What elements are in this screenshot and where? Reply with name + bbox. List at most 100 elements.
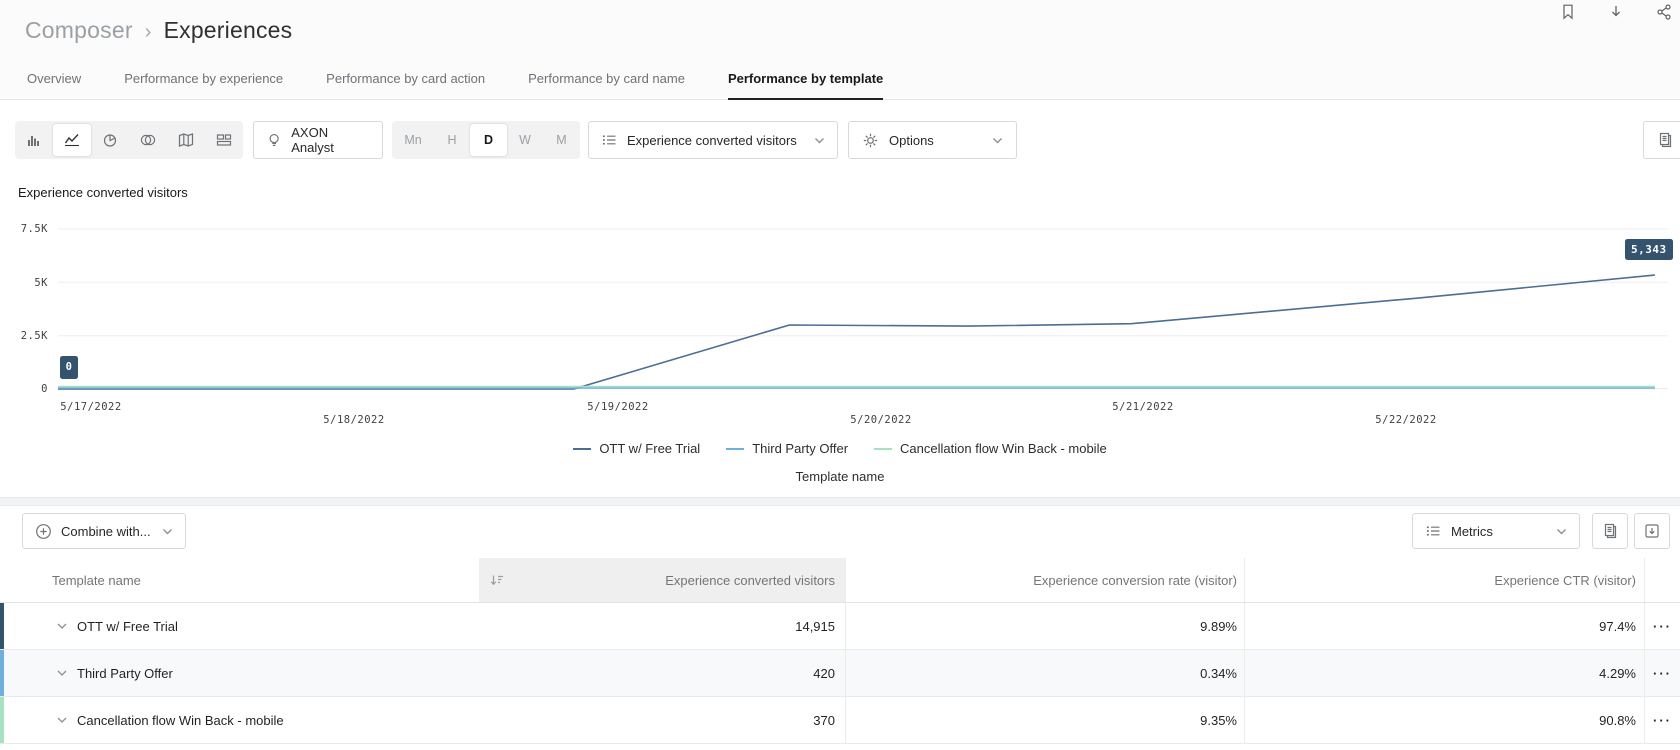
combine-with-button[interactable]: Combine with... [22,513,186,549]
ctr-value: 97.4% [1245,603,1645,649]
chevron-down-icon [1556,528,1567,535]
granularity-selector: Mn H D W M [392,121,580,159]
legend-label: Third Party Offer [752,441,848,456]
bar-chart-icon [26,132,42,148]
section-divider [0,497,1680,506]
bookmark-icon[interactable] [1559,3,1577,21]
tab-performance-by-template[interactable]: Performance by template [728,60,883,100]
metrics-label: Metrics [1451,524,1493,539]
performance-table: Template name Experience converted visit… [0,558,1680,744]
copy-report-icon [1656,131,1674,149]
converted-visitors-value: 14,915 [479,603,846,649]
download-icon[interactable] [1607,3,1625,21]
legend-label: Cancellation flow Win Back - mobile [900,441,1107,456]
axon-analyst-button[interactable]: AXON Analyst [253,121,383,159]
column-header-converted-visitors[interactable]: Experience converted visitors [479,558,846,602]
last-point-label: 5,343 [1625,239,1673,260]
plus-circle-icon [35,523,52,540]
granularity-h-button[interactable]: H [434,133,470,147]
ctr-value: 4.29% [1245,650,1645,696]
row-menu-icon[interactable]: ··· [1645,697,1680,743]
row-accent-bar [0,603,4,649]
gear-icon [862,132,879,149]
row-menu-icon[interactable]: ··· [1645,603,1680,649]
granularity-m-button[interactable]: M [543,133,580,147]
expand-chevron-icon[interactable] [57,623,67,629]
chart-type-map-button[interactable] [167,121,205,159]
converted-visitors-value: 370 [479,697,846,743]
row-menu-icon[interactable]: ··· [1645,650,1680,696]
column-header-conversion-rate[interactable]: Experience conversion rate (visitor) [846,558,1245,602]
column-header-label: Experience converted visitors [665,573,835,588]
boxed-download-icon [1643,522,1661,540]
tab-performance-by-card-action[interactable]: Performance by card action [326,60,485,100]
tab-performance-by-experience[interactable]: Performance by experience [124,60,283,100]
copy-chart-button[interactable] [1643,121,1680,159]
y-tick-7-5k: 7.5K [0,223,48,235]
x-tick-5-20: 5/20/2022 [836,414,926,426]
x-tick-5-21: 5/21/2022 [1098,401,1188,413]
options-label: Options [889,133,934,148]
tab-bar: Overview Performance by experience Perfo… [27,60,883,100]
chart-type-pie-button[interactable] [91,121,129,159]
breadcrumb-composer[interactable]: Composer [25,17,133,43]
granularity-mn-button[interactable]: Mn [392,133,434,147]
chart-series-svg [58,226,1668,396]
tab-overview[interactable]: Overview [27,60,81,100]
template-name: Third Party Offer [77,666,173,681]
composer-experiences-page: Composer›Experiences Overview Performanc… [0,0,1680,750]
metrics-dropdown[interactable]: Metrics [1412,513,1580,549]
granularity-d-button[interactable]: D [470,124,507,156]
row-accent-bar [0,697,4,743]
column-header-ctr[interactable]: Experience CTR (visitor) [1245,558,1645,602]
legend-item-cancellation-flow[interactable]: Cancellation flow Win Back - mobile [874,441,1107,456]
converted-visitors-value: 420 [479,650,846,696]
legend-swatch [573,448,591,450]
y-tick-2-5k: 2.5K [0,330,48,342]
expand-chevron-icon[interactable] [57,670,67,676]
combine-with-label: Combine with... [61,524,151,539]
share-icon[interactable] [1655,3,1673,21]
chevron-down-icon [992,137,1003,144]
legend-item-ott-free-trial[interactable]: OTT w/ Free Trial [573,441,700,456]
chart-type-line-button[interactable] [53,124,91,156]
legend-swatch [874,448,892,450]
top-header: Composer›Experiences Overview Performanc… [0,0,1680,100]
first-point-label: 0 [60,356,78,379]
table-row-third-party-offer[interactable]: Third Party Offer 420 0.34% 4.29% ··· [0,650,1680,697]
x-axis-label: Template name [0,469,1680,484]
copy-report-icon [1601,522,1619,540]
y-tick-5k: 5K [0,277,48,289]
column-header-template-name[interactable]: Template name [0,558,479,602]
conversion-rate-value: 9.35% [846,697,1245,743]
tab-performance-by-card-name[interactable]: Performance by card name [528,60,685,100]
chart-legend: OTT w/ Free Trial Third Party Offer Canc… [0,441,1680,456]
ctr-value: 90.8% [1245,697,1645,743]
cards-layout-icon [216,132,232,148]
map-icon [178,132,194,148]
metric-dropdown[interactable]: Experience converted visitors [588,121,838,159]
chart-type-venn-button[interactable] [129,121,167,159]
table-header-row: Template name Experience converted visit… [0,558,1680,603]
granularity-w-button[interactable]: W [507,133,543,147]
sort-descending-icon[interactable] [489,573,505,587]
chart-type-bar-button[interactable] [15,121,53,159]
pie-chart-icon [102,132,118,148]
options-dropdown[interactable]: Options [848,121,1017,159]
table-row-ott-free-trial[interactable]: OTT w/ Free Trial 14,915 9.89% 97.4% ··· [0,603,1680,650]
column-header-actions [1645,558,1680,602]
table-row-cancellation-flow[interactable]: Cancellation flow Win Back - mobile 370 … [0,697,1680,744]
expand-chevron-icon[interactable] [57,717,67,723]
chart-type-cards-button[interactable] [205,121,243,159]
axon-analyst-label: AXON Analyst [291,125,370,155]
metric-dropdown-value: Experience converted visitors [627,133,797,148]
breadcrumb-separator: › [145,21,152,43]
copy-table-button[interactable] [1592,513,1628,549]
template-name: OTT w/ Free Trial [77,619,178,634]
legend-item-third-party-offer[interactable]: Third Party Offer [726,441,848,456]
x-tick-5-19: 5/19/2022 [573,401,663,413]
venn-diagram-icon [140,132,156,148]
line-chart-icon [64,132,80,148]
breadcrumb: Composer›Experiences [25,17,292,44]
download-table-button[interactable] [1634,513,1670,549]
